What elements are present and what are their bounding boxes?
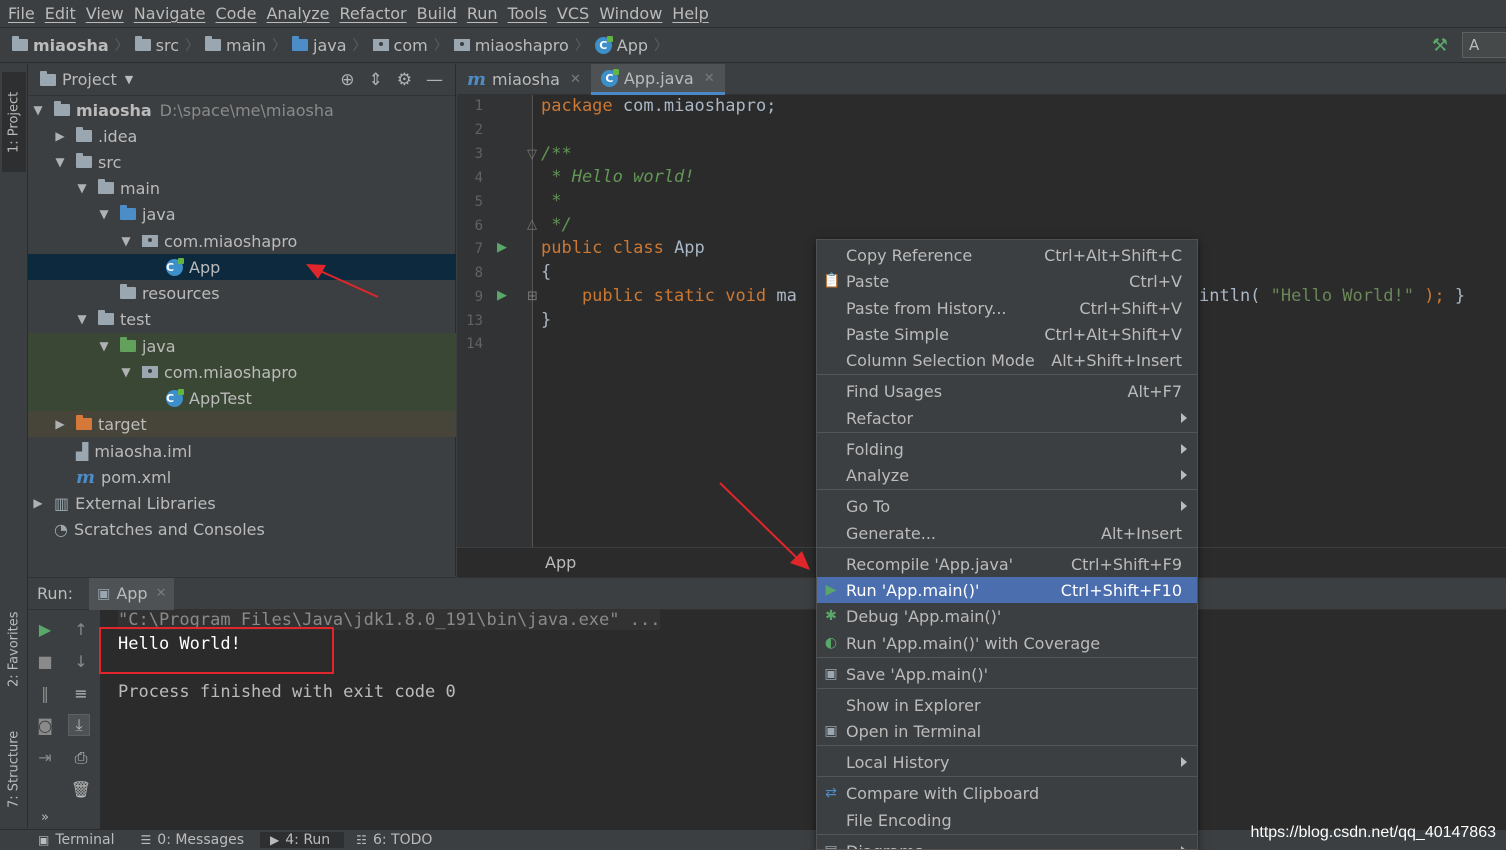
annotation-arrow-to-run <box>719 482 810 570</box>
annotation-arrows <box>306 264 810 570</box>
watermark: https://blog.csdn.net/qq_40147863 <box>1250 824 1496 841</box>
annotation-arrow-to-app <box>306 264 379 298</box>
